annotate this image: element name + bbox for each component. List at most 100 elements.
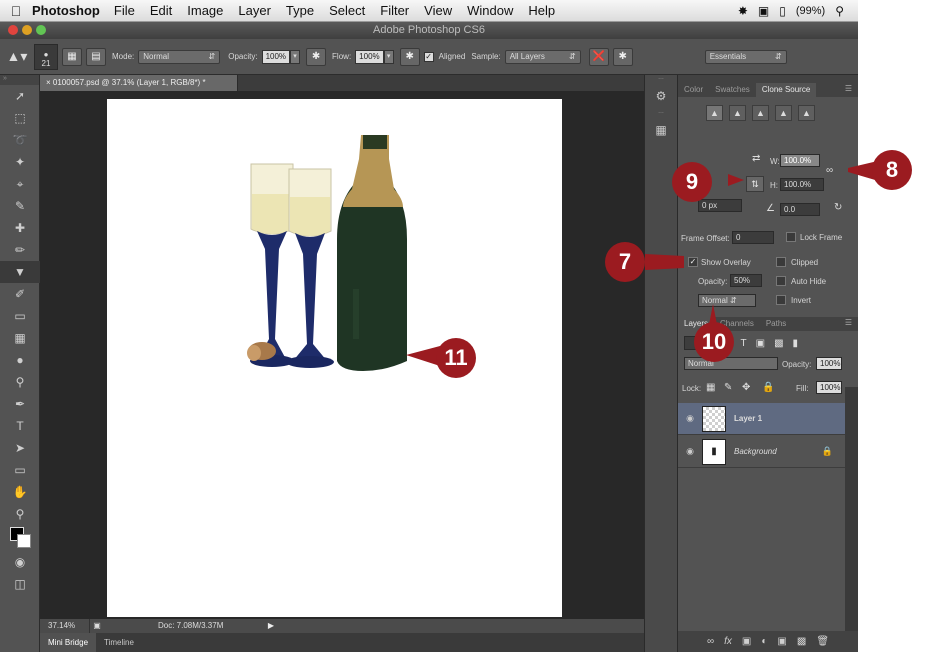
clone-stamp-tool-icon[interactable]: ▼: [0, 261, 40, 283]
background-color-swatch[interactable]: [17, 534, 31, 548]
overlay-opacity-input[interactable]: 50%: [730, 274, 762, 287]
zoom-window-button[interactable]: [36, 25, 46, 35]
history-brush-tool-icon[interactable]: ✐: [0, 283, 40, 305]
angle-input[interactable]: 0.0: [780, 203, 820, 216]
apple-icon[interactable]: : [0, 3, 32, 19]
menu-image[interactable]: Image: [187, 3, 223, 18]
eraser-tool-icon[interactable]: ▭: [0, 305, 40, 327]
layer-row-layer-1[interactable]: ◉ Layer 1: [678, 403, 845, 435]
move-tool-icon[interactable]: ➚: [0, 85, 40, 107]
menu-help[interactable]: Help: [528, 3, 555, 18]
pressure-size-icon[interactable]: ✱: [612, 47, 633, 66]
clone-source-5-icon[interactable]: ▲: [798, 105, 815, 121]
layer-blend-mode-select[interactable]: Normal: [684, 357, 778, 370]
lasso-tool-icon[interactable]: ➰: [0, 129, 40, 151]
lock-all-icon[interactable]: 🔒: [762, 382, 774, 393]
layers-scrollbar[interactable]: [845, 387, 858, 631]
w-input[interactable]: 100.0%: [780, 154, 820, 167]
clone-source-2-icon[interactable]: ▲: [729, 105, 746, 121]
color-swatches[interactable]: [0, 525, 40, 551]
adjustment-layer-icon[interactable]: ◐: [761, 636, 767, 647]
type-tool-icon[interactable]: T: [0, 415, 40, 437]
show-overlay-checkbox[interactable]: ✓: [688, 257, 698, 267]
menu-app-name[interactable]: Photoshop: [32, 3, 100, 18]
screen-mode-icon[interactable]: ◫: [0, 573, 40, 595]
clone-source-3-icon[interactable]: ▲: [752, 105, 769, 121]
tab-color[interactable]: Color: [678, 83, 709, 97]
toggle-brush-panel-button[interactable]: ▦: [62, 47, 82, 66]
toggle-clone-source-panel-button[interactable]: ▤: [86, 47, 106, 66]
filter-toggle-icon[interactable]: ▮: [793, 338, 799, 349]
invert-checkbox[interactable]: [776, 295, 786, 305]
quick-mask-icon[interactable]: ◉: [0, 551, 40, 573]
menu-file[interactable]: File: [114, 3, 135, 18]
menu-layer[interactable]: Layer: [238, 3, 271, 18]
quick-selection-tool-icon[interactable]: ✦: [0, 151, 40, 173]
menu-select[interactable]: Select: [329, 3, 365, 18]
visibility-eye-icon[interactable]: ◉: [678, 446, 702, 457]
menu-view[interactable]: View: [424, 3, 452, 18]
pen-tool-icon[interactable]: ✒: [0, 393, 40, 415]
filter-shape-icon[interactable]: ▣: [756, 338, 765, 349]
add-mask-icon[interactable]: ▣: [742, 636, 751, 647]
clone-stamp-tool-icon[interactable]: ▲▾: [0, 48, 34, 65]
close-window-button[interactable]: [8, 25, 18, 35]
fill-input[interactable]: 100%: [816, 381, 842, 394]
history-panel-icon[interactable]: ⚙: [645, 83, 677, 109]
dodge-tool-icon[interactable]: ⚲: [0, 371, 40, 393]
lock-frame-checkbox[interactable]: [786, 232, 796, 242]
x-offset-input[interactable]: 0 px: [698, 199, 742, 212]
lock-image-icon[interactable]: ✎: [724, 382, 732, 393]
status-menu-arrow-icon[interactable]: ▶: [264, 619, 278, 633]
image-canvas[interactable]: [107, 99, 562, 617]
clone-source-4-icon[interactable]: ▲: [775, 105, 792, 121]
strip-grip-icon[interactable]: …: [645, 75, 677, 83]
toolbox-collapse-icon[interactable]: »: [0, 75, 39, 85]
link-icon[interactable]: ∞: [826, 165, 833, 176]
h-input[interactable]: 100.0%: [780, 178, 824, 191]
clipped-checkbox[interactable]: [776, 257, 786, 267]
pressure-opacity-icon[interactable]: ✱: [306, 47, 327, 66]
link-layers-icon[interactable]: ∞: [707, 636, 714, 647]
layer-opacity-input[interactable]: 100%: [816, 357, 842, 370]
frame-offset-input[interactable]: 0: [732, 231, 774, 244]
tab-mini-bridge[interactable]: Mini Bridge: [40, 633, 97, 652]
gamepad-icon[interactable]: ✸: [738, 4, 748, 18]
panel-menu-icon[interactable]: ☰: [845, 318, 852, 327]
battery-icon[interactable]: ▯: [779, 4, 786, 18]
gradient-tool-icon[interactable]: ▦: [0, 327, 40, 349]
layer-row-background[interactable]: ◉ ▮ Background 🔒: [678, 436, 845, 468]
visibility-eye-icon[interactable]: ◉: [678, 413, 702, 424]
flip-vertical-button[interactable]: ⇅: [746, 176, 764, 192]
healing-brush-tool-icon[interactable]: ✚: [0, 217, 40, 239]
new-group-icon[interactable]: ▣: [777, 636, 786, 647]
mode-select[interactable]: Normal ⇵: [138, 49, 221, 64]
workspace-switcher[interactable]: Essentials ⇵: [704, 49, 787, 64]
display-icon[interactable]: ▣: [758, 4, 769, 18]
lock-transparent-icon[interactable]: ▦: [706, 382, 715, 393]
strip-grip-icon[interactable]: …: [645, 109, 677, 117]
brush-tool-icon[interactable]: ✏: [0, 239, 40, 261]
aligned-checkbox[interactable]: ✓: [423, 51, 434, 62]
tab-timeline[interactable]: Timeline: [96, 638, 142, 647]
new-layer-icon[interactable]: ▩: [797, 636, 806, 647]
panel-menu-icon[interactable]: ☰: [845, 84, 852, 93]
spotlight-search-icon[interactable]: ⚲: [835, 4, 844, 18]
hand-tool-icon[interactable]: ✋: [0, 481, 40, 503]
crop-tool-icon[interactable]: ⌖: [0, 173, 40, 195]
eyedropper-tool-icon[interactable]: ✎: [0, 195, 40, 217]
flow-input[interactable]: 100%: [355, 49, 384, 64]
tab-clone-source[interactable]: Clone Source: [755, 83, 817, 97]
marquee-tool-icon[interactable]: ⬚: [0, 107, 40, 129]
blur-tool-icon[interactable]: ●: [0, 349, 40, 371]
close-tab-icon[interactable]: ×: [46, 78, 51, 87]
zoom-level[interactable]: 37.14%: [40, 619, 90, 633]
tab-swatches[interactable]: Swatches: [709, 83, 756, 97]
flip-horizontal-icon[interactable]: ⇄: [752, 153, 760, 164]
tab-paths[interactable]: Paths: [760, 317, 792, 331]
document-tab[interactable]: × 0100057.psd @ 37.1% (Layer 1, RGB/8*) …: [40, 75, 238, 91]
sample-select[interactable]: All Layers ⇵: [504, 49, 581, 64]
menu-type[interactable]: Type: [286, 3, 314, 18]
filter-smart-object-icon[interactable]: ▩: [774, 338, 783, 349]
overlay-blend-select[interactable]: Normal ⇵: [698, 294, 756, 307]
